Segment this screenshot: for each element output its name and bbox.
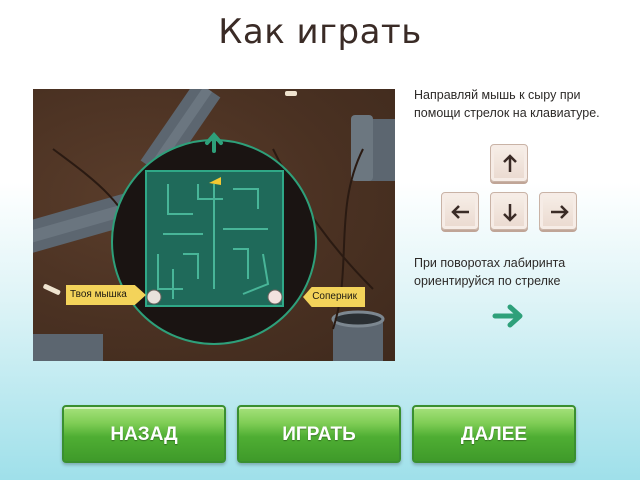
arrow-right-icon	[551, 205, 569, 219]
arrow-down-icon	[503, 204, 517, 222]
arrow-up-key	[490, 144, 528, 182]
your-mouse-label: Твоя мышка	[66, 285, 146, 305]
orientation-arrow-icon	[492, 304, 523, 328]
arrow-right-key	[539, 192, 577, 230]
arrow-up-icon	[503, 154, 517, 172]
arrow-left-key	[441, 192, 479, 230]
page-title: Как играть	[218, 12, 422, 52]
arrow-down-key	[490, 192, 528, 230]
back-button[interactable]: НАЗАД	[62, 405, 226, 463]
rival-label: Соперник	[303, 287, 365, 307]
keys-instruction: Направляй мышь к сыру при помощи стрелок…	[414, 88, 600, 120]
arrow-left-icon	[451, 205, 469, 219]
play-button[interactable]: ИГРАТЬ	[237, 405, 401, 463]
game-preview: Твоя мышка Соперник	[33, 89, 395, 361]
game-scene-art	[33, 89, 395, 361]
rotation-instruction: При поворотах лабиринта ориентируйся по …	[414, 256, 566, 288]
next-button[interactable]: ДАЛЕЕ	[412, 405, 576, 463]
